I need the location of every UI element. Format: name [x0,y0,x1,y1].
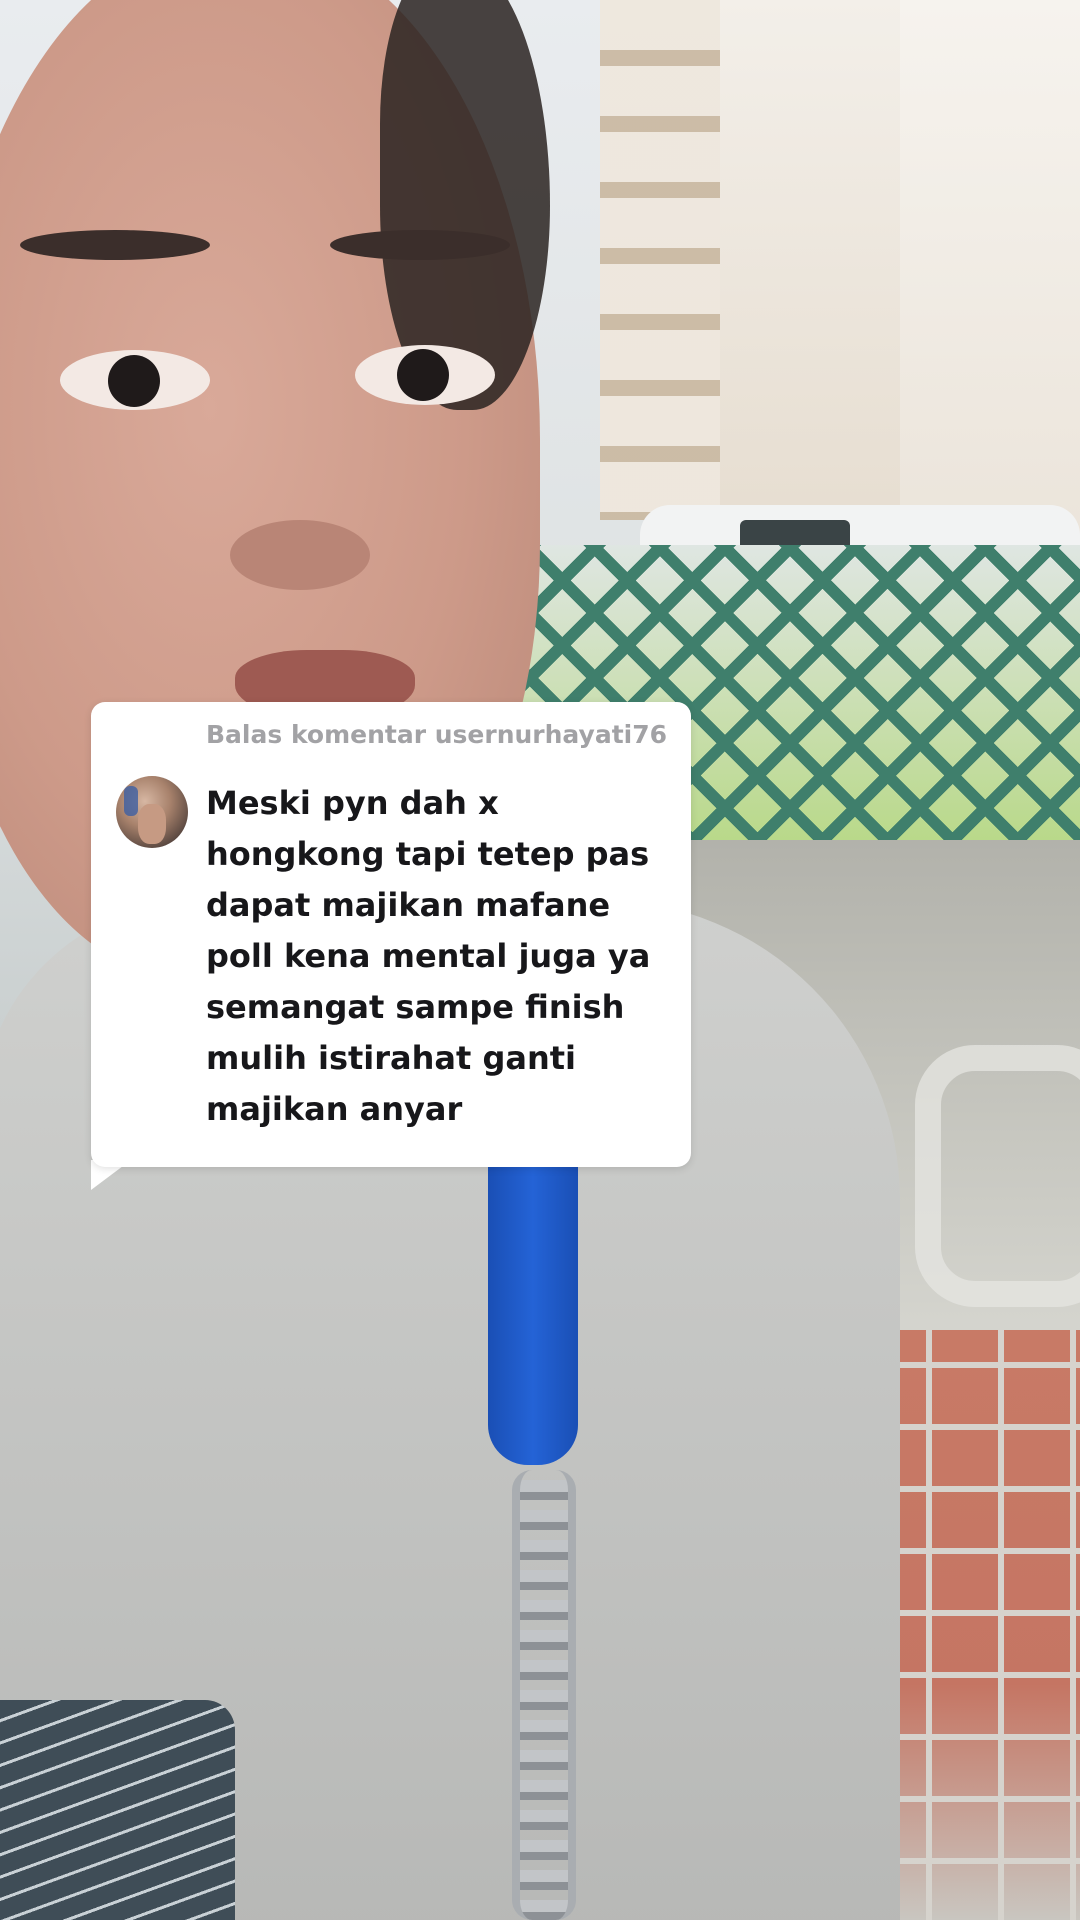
person-eyebrow [330,230,510,260]
user-avatar-icon[interactable] [116,776,188,848]
comment-line: hongkong tapi tetep pas [206,835,650,873]
video-frame[interactable]: Balas komentar usernurhayati76 Meski pyn… [0,0,1080,1920]
bag-strap [488,1165,578,1465]
avatar-detail [124,786,138,816]
reply-comment-sticker[interactable]: Balas komentar usernurhayati76 Meski pyn… [91,702,691,1167]
person-eye [60,350,210,410]
reply-sticker-header: Balas komentar usernurhayati76 [206,720,667,749]
person-eye [355,345,495,405]
person-eyebrow [20,230,210,260]
comment-line: Meski pyn dah x [206,784,499,822]
background-wall-marking [915,1045,1080,1307]
bag-chain [512,1470,576,1920]
comment-line: mulih istirahat ganti [206,1039,576,1077]
background-building [900,0,1080,560]
avatar-detail [138,804,166,844]
person-nose [230,520,370,590]
comment-line: dapat majikan mafane [206,886,611,924]
comment-line: majikan anyar [206,1090,463,1128]
background-building [720,0,920,540]
person-shirt-pocket [0,1700,235,1920]
comment-line: semangat sampe finish [206,988,625,1026]
comment-line: poll kena mental juga ya [206,937,651,975]
reply-comment-text: Meski pyn dah x hongkong tapi tetep pas … [206,778,676,1135]
